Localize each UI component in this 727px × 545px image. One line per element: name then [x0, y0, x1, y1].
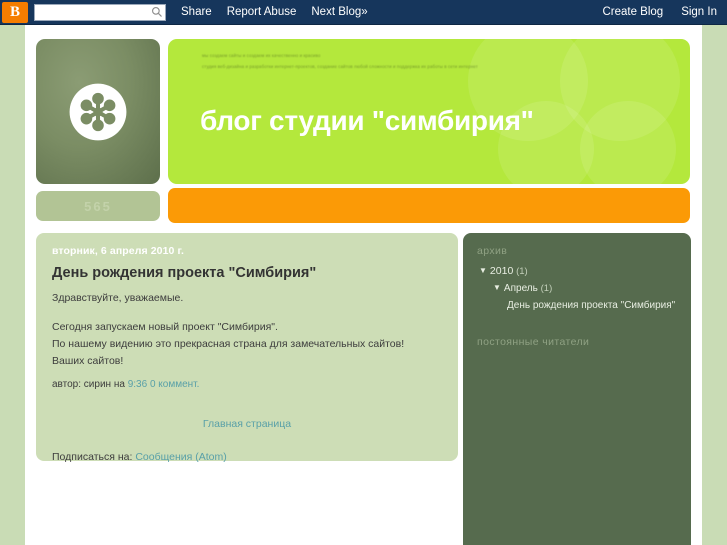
post-column: вторник, 6 апреля 2010 г. День рождения … — [36, 233, 458, 463]
archive-month-row[interactable]: ▼ Апрель (1) — [477, 282, 677, 295]
post-date: вторник, 6 апреля 2010 г. — [52, 245, 184, 257]
page-title: блог студии "симбирия" — [200, 105, 534, 136]
archive-month-label[interactable]: Апрель — [504, 283, 538, 294]
post-body-line-3: По нашему видению это прекрасная страна … — [52, 338, 405, 350]
navbar-search-wrapper — [34, 3, 166, 21]
title-panel: мы создаем сайты и создаем их качественн… — [168, 39, 690, 184]
post-body-line-4: Ваших сайтов! — [52, 355, 124, 367]
nav-link-share[interactable]: Share — [181, 6, 212, 18]
blogger-navbar: B Share Report Abuse Next Blog» Create B… — [0, 0, 727, 25]
search-input[interactable] — [34, 3, 166, 21]
subscribe-label: Подписаться на: — [52, 451, 133, 463]
flower-logo-icon — [69, 83, 127, 140]
home-link-row: Главная страница — [52, 414, 442, 432]
post-footer: автор: сирин на 9:36 0 коммент. — [52, 379, 442, 390]
archive-year-label[interactable]: 2010 — [490, 265, 513, 277]
main-area: вторник, 6 апреля 2010 г. День рождения … — [25, 225, 702, 545]
post-body-gap — [52, 308, 442, 320]
post-comments-link[interactable]: 0 коммент. — [150, 379, 199, 390]
page-background: мы создаем сайты и создаем их качественн… — [0, 25, 727, 545]
subscribe-row: Подписаться на: Сообщения (Atom) — [52, 451, 442, 463]
blogger-logo-icon[interactable]: B — [2, 1, 28, 23]
archive-year-count: (1) — [516, 266, 528, 277]
logo-panel[interactable] — [36, 39, 160, 184]
subscribe-atom-link[interactable]: Сообщения (Atom) — [135, 451, 226, 463]
nav-link-report-abuse[interactable]: Report Abuse — [227, 6, 297, 18]
nav-link-sign-in[interactable]: Sign In — [681, 6, 717, 18]
visitor-counter-value: 565 — [84, 198, 112, 214]
blogger-logo-letter: B — [9, 3, 20, 20]
chevron-down-icon[interactable]: ▼ — [479, 264, 487, 277]
sidebar: архив ▼ 2010 (1) ▼ Апрель (1) День рождени… — [463, 233, 691, 545]
blog-description-line-1: мы создаем сайты и создаем их качественн… — [202, 53, 321, 58]
navbar-right-links: Create Blog Sign In — [584, 6, 717, 18]
archive-heading: архив — [477, 245, 508, 257]
navigation-bar[interactable] — [168, 188, 690, 223]
post-author: автор: сирин на — [52, 379, 125, 390]
nav-link-create-blog[interactable]: Create Blog — [602, 6, 663, 18]
chevron-down-icon[interactable]: ▼ — [493, 281, 501, 294]
post-title: День рождения проекта "Симбирия" — [52, 265, 317, 281]
visitor-counter: 565 — [36, 191, 160, 221]
archive-post-link[interactable]: День рождения проекта "Симбирия" — [507, 300, 675, 311]
post-body-line-2: Сегодня запускаем новый проект "Симбирия… — [52, 321, 278, 333]
home-page-link[interactable]: Главная страница — [203, 418, 291, 430]
blog-description-line-2: студия веб-дизайна и разработки интернет… — [202, 64, 478, 70]
followers-heading: постоянные читатели — [477, 336, 590, 348]
archive-month-count: (1) — [540, 283, 553, 294]
archive-year-row[interactable]: ▼ 2010 (1) — [477, 265, 677, 278]
content-wrapper: мы создаем сайты и создаем их качественн… — [25, 25, 702, 545]
post-body-line-1: Здравствуйте, уважаемые. — [52, 292, 184, 304]
blog-description: мы создаем сайты и создаем их качественн… — [202, 53, 532, 75]
blog-header: мы создаем сайты и создаем их качественн… — [25, 25, 702, 225]
post-timestamp-link[interactable]: 9:36 — [128, 379, 147, 390]
archive-post-row[interactable]: День рождения проекта "Симбирия" — [477, 299, 677, 312]
nav-link-next-blog[interactable]: Next Blog» — [311, 6, 367, 18]
